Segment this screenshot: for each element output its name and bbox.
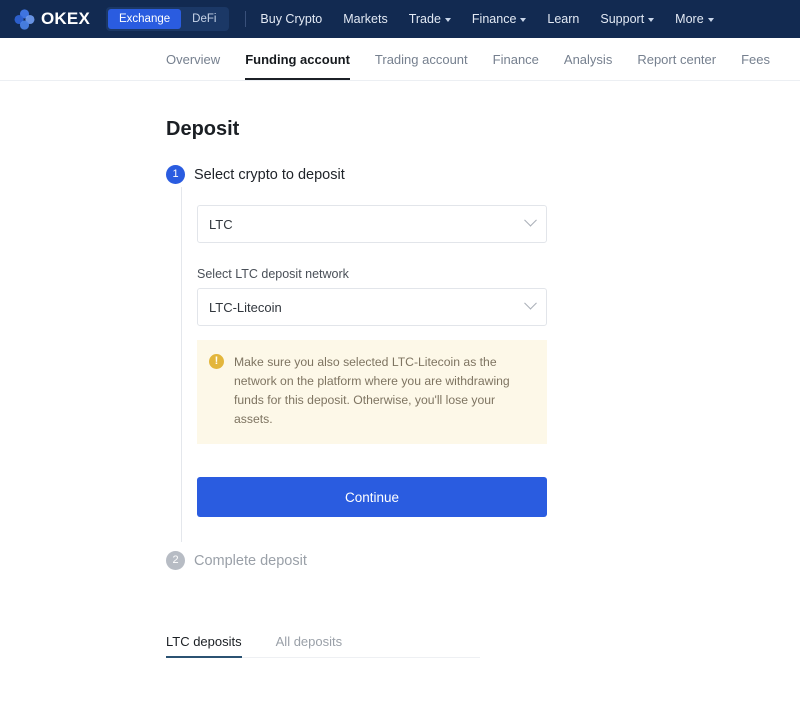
nav-link-learn[interactable]: Learn: [547, 12, 579, 26]
tab-funding-account[interactable]: Funding account: [245, 38, 350, 80]
step-2-header: 2 Complete deposit: [166, 551, 800, 570]
step-2-badge: 2: [166, 551, 185, 570]
deposit-history-tabs: LTC deposits All deposits: [0, 634, 800, 658]
step-1-header: 1 Select crypto to deposit: [166, 165, 800, 184]
warning-exclamation-icon: [209, 354, 224, 369]
tab-finance[interactable]: Finance: [493, 38, 539, 80]
crypto-select[interactable]: LTC: [197, 205, 547, 243]
step-1-title: Select crypto to deposit: [194, 166, 345, 183]
chevron-down-icon: [648, 18, 655, 22]
tab-fees[interactable]: Fees: [741, 38, 770, 80]
nav-link-label: Trade: [408, 12, 441, 26]
warning-text: Make sure you also selected LTC-Litecoin…: [234, 355, 510, 426]
brand-logo-link[interactable]: OKEX: [14, 8, 90, 30]
tab-trading-account[interactable]: Trading account: [375, 38, 468, 80]
tab-analysis[interactable]: Analysis: [564, 38, 612, 80]
step-1-badge: 1: [166, 165, 185, 184]
crypto-select-value: LTC: [209, 216, 233, 232]
exchange-defi-toggle[interactable]: Exchange DeFi: [105, 7, 230, 31]
step-connector-line: [181, 187, 182, 542]
nav-link-buy-crypto[interactable]: Buy Crypto: [260, 12, 322, 26]
chevron-down-icon: [707, 18, 714, 22]
tab-all-deposits[interactable]: All deposits: [276, 634, 342, 658]
step-2-title: Complete deposit: [194, 552, 307, 569]
nav-link-more[interactable]: More: [675, 12, 714, 26]
nav-link-support[interactable]: Support: [600, 12, 655, 26]
nav-link-label: Finance: [471, 12, 517, 26]
network-select-value: LTC-Litecoin: [209, 299, 282, 315]
tab-ltc-deposits[interactable]: LTC deposits: [166, 634, 242, 658]
tab-report-center[interactable]: Report center: [637, 38, 716, 80]
crypto-select-field: LTC: [197, 205, 547, 243]
account-sub-navigation: Overview Funding account Trading account…: [0, 38, 800, 81]
segment-defi[interactable]: DeFi: [181, 9, 227, 29]
nav-link-label: Learn: [547, 12, 580, 26]
chevron-down-icon: [524, 213, 537, 227]
nav-divider: [245, 11, 247, 27]
nav-link-label: Buy Crypto: [260, 12, 323, 26]
top-nav-links: Buy Crypto Markets Trade Finance Learn S…: [260, 12, 714, 26]
deposit-page: Deposit 1 Select crypto to deposit LTC S…: [0, 118, 800, 570]
brand-name: OKEX: [41, 9, 90, 28]
chevron-down-icon: [444, 18, 451, 22]
nav-link-label: Markets: [343, 12, 388, 26]
nav-link-markets[interactable]: Markets: [343, 12, 387, 26]
top-navigation-bar: OKEX Exchange DeFi Buy Crypto Markets Tr…: [0, 0, 800, 38]
network-warning-banner: Make sure you also selected LTC-Litecoin…: [197, 340, 547, 444]
chevron-down-icon: [520, 18, 527, 22]
nav-link-label: Support: [600, 12, 645, 26]
deposit-steps: 1 Select crypto to deposit LTC Select LT…: [166, 165, 800, 570]
nav-link-trade[interactable]: Trade: [409, 12, 451, 26]
nav-link-finance[interactable]: Finance: [471, 12, 527, 26]
continue-button[interactable]: Continue: [197, 477, 547, 517]
network-select[interactable]: LTC-Litecoin: [197, 288, 547, 326]
step-1-body: LTC Select LTC deposit network LTC-Litec…: [166, 205, 800, 517]
page-title: Deposit: [166, 118, 240, 140]
segment-exchange[interactable]: Exchange: [107, 9, 182, 29]
tab-overview[interactable]: Overview: [166, 38, 220, 80]
okex-diamond-logo-icon: [14, 8, 35, 30]
network-select-label: Select LTC deposit network: [197, 267, 349, 281]
chevron-down-icon: [524, 296, 537, 310]
nav-link-label: More: [675, 12, 704, 26]
